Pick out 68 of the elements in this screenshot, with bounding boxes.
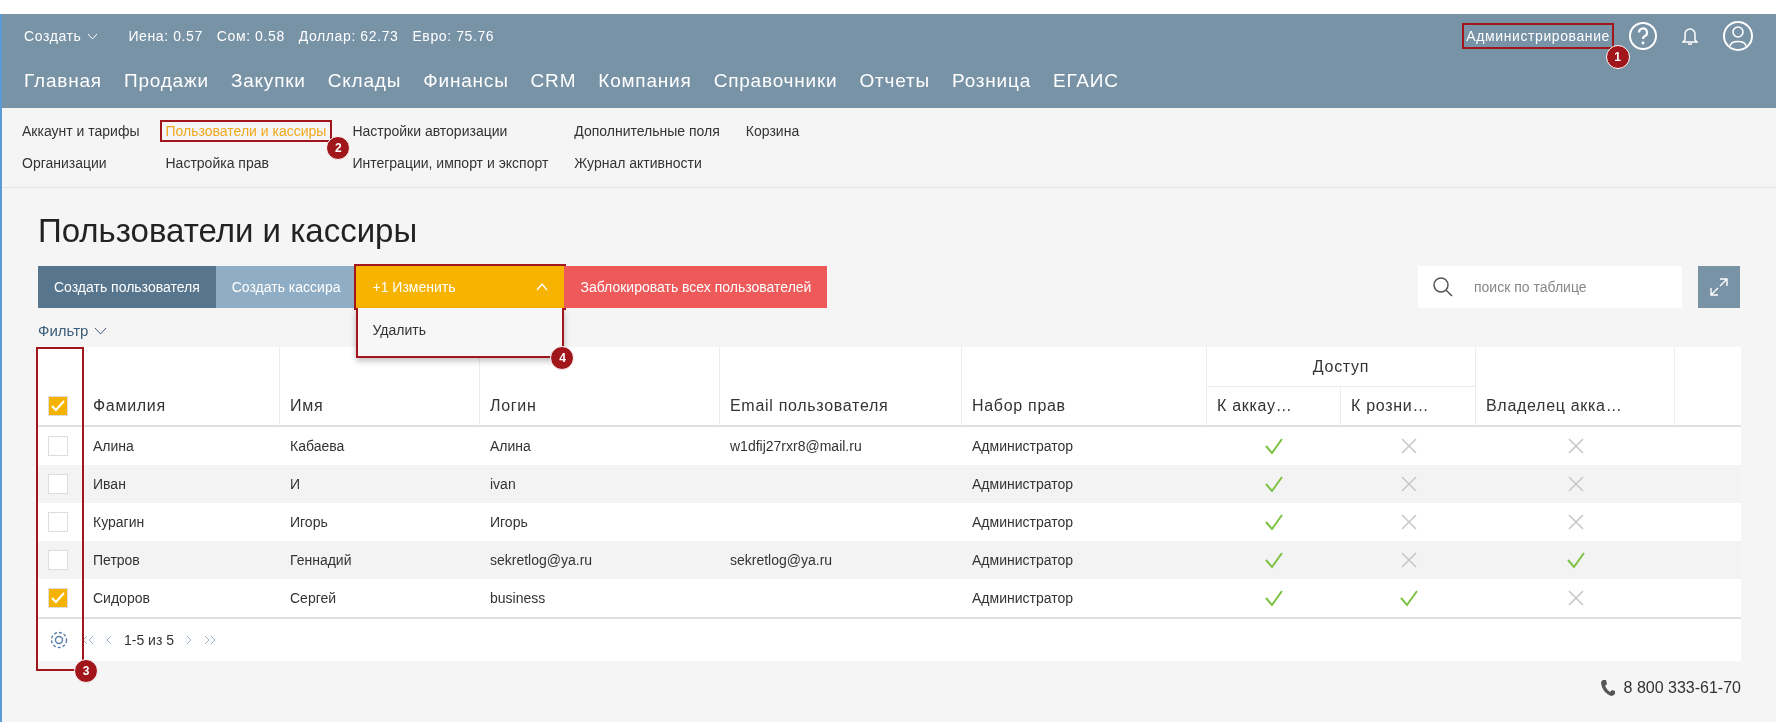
row-checkbox[interactable] (48, 588, 68, 608)
exchange-rate: Иена: 0.57 (128, 28, 203, 44)
table-cell: Петров (83, 541, 280, 579)
subnav-link[interactable]: Настройка прав (159, 152, 275, 174)
nav-link[interactable]: Финансы (423, 70, 509, 92)
phone-icon (1599, 679, 1616, 697)
table-cell: sekretlog@ya.ru (720, 541, 962, 579)
table-cell: Администратор (962, 465, 1207, 503)
nav-link[interactable]: Отчеты (859, 70, 930, 92)
exchange-rate: Сом: 0.58 (216, 28, 285, 44)
subnav-link[interactable]: Корзина (739, 120, 806, 142)
last-page-icon[interactable] (204, 635, 217, 645)
search-icon (1432, 276, 1454, 298)
nav-link[interactable]: Продажи (123, 70, 209, 92)
exchange-rate: Доллар: 62.73 (298, 28, 399, 44)
page-range: 1-5 из 5 (124, 632, 175, 648)
table-cell: sekretlog@ya.ru (480, 541, 720, 579)
table-cell: Геннадий (280, 541, 480, 579)
nav-link[interactable]: Компания (598, 70, 692, 92)
row-checkbox[interactable] (48, 512, 68, 532)
first-page-icon[interactable] (82, 635, 94, 645)
filter-toggle[interactable]: Фильтр (38, 322, 108, 339)
admin-link[interactable]: Администрирование (1462, 23, 1614, 49)
page-title: Пользователи и кассиры (38, 212, 419, 250)
nav-link[interactable]: Склады (327, 70, 402, 92)
user-avatar-icon[interactable] (1722, 20, 1754, 52)
table-cell: Администратор (962, 541, 1207, 579)
subnav-link[interactable]: Дополнительные поля (568, 120, 726, 142)
expand-icon (1709, 277, 1729, 297)
row-checkbox[interactable] (48, 550, 68, 570)
create-button[interactable]: Создать кассира (215, 266, 357, 308)
select-all-checkbox[interactable] (48, 396, 68, 416)
table-cell: Иван (83, 465, 280, 503)
table-cell: И (280, 465, 480, 503)
column-group-header: Доступ (1207, 347, 1476, 387)
nav-link[interactable]: CRM (530, 70, 577, 92)
menu-item[interactable]: Удалить (358, 318, 563, 342)
table-cell: ivan (480, 465, 720, 503)
nav-link[interactable]: Закупки (230, 70, 306, 92)
nav-link[interactable]: Розница (952, 70, 1032, 92)
nav-link[interactable]: Главная (24, 70, 102, 92)
nav-link[interactable]: ЕГАИС (1053, 70, 1119, 92)
create-menu[interactable]: Создать (24, 28, 99, 44)
subnav-link[interactable]: Журнал активности (568, 152, 708, 174)
block-button[interactable]: Заблокировать всех пользователей (564, 266, 828, 308)
edit-button[interactable]: +1 Изменить (356, 266, 565, 308)
subnav-link[interactable]: Аккаунт и тарифы (16, 120, 146, 142)
exchange-rate: Евро: 75.76 (412, 28, 495, 44)
callout-badge: 3 (74, 659, 98, 683)
chevron-down-icon (94, 326, 108, 335)
search-field[interactable]: поиск по таблице (1418, 266, 1682, 308)
row-checkbox[interactable] (48, 474, 68, 494)
row-checkbox[interactable] (48, 436, 68, 456)
create-button[interactable]: Создать пользователя (38, 266, 216, 308)
next-page-icon[interactable] (186, 635, 193, 645)
callout-badge: 1 (1606, 45, 1630, 69)
help-icon[interactable] (1628, 21, 1658, 51)
callout-badge: 2 (326, 136, 351, 160)
previous-page-icon[interactable] (106, 635, 112, 645)
settings-icon[interactable] (48, 629, 70, 651)
subnav-link[interactable]: Организации (16, 152, 113, 174)
callout-badge: 4 (550, 346, 575, 370)
subnav-link[interactable]: Пользователи и кассиры (159, 120, 333, 142)
chevron-down-icon (87, 32, 99, 40)
nav-link[interactable]: Справочники (713, 70, 838, 92)
phone-number: 8 800 333-61-70 (1623, 679, 1741, 697)
bell-icon[interactable] (1682, 26, 1698, 46)
expand-button[interactable] (1698, 266, 1740, 308)
